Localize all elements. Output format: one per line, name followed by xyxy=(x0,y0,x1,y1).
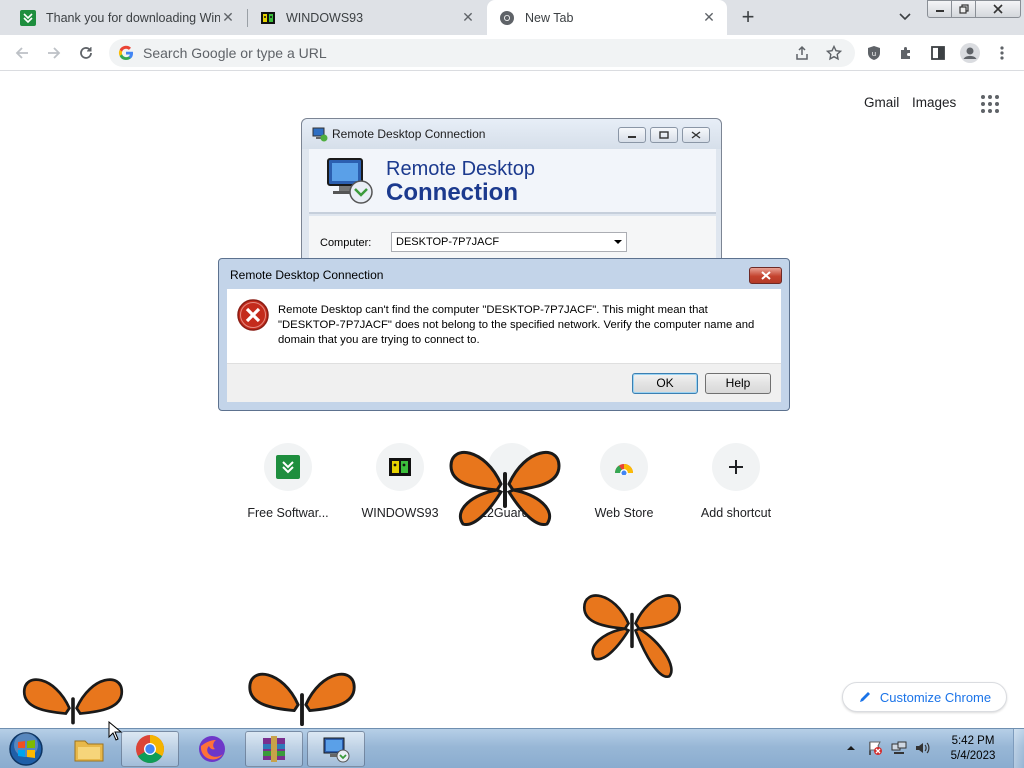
shortcut-label: Web Store xyxy=(594,506,654,520)
tab-title: Thank you for downloading WinR xyxy=(46,10,220,25)
remote-desktop-icon xyxy=(323,737,350,763)
browser-toolbar: u xyxy=(0,35,1024,71)
window-close-button[interactable] xyxy=(975,0,1021,18)
svg-text:u: u xyxy=(872,50,876,58)
freesoftware-favicon-icon xyxy=(20,9,36,26)
reload-icon[interactable] xyxy=(75,42,97,64)
folder-icon xyxy=(74,740,104,762)
bookmark-star-icon[interactable] xyxy=(823,42,845,64)
start-button[interactable] xyxy=(6,731,46,767)
google-apps-grid-icon[interactable] xyxy=(981,95,999,113)
add-plus-icon xyxy=(712,443,760,491)
tab-strip: Thank you for downloading WinR ✕ WINDOWS… xyxy=(0,0,1024,35)
show-desktop-button[interactable] xyxy=(1013,729,1024,768)
tab-windows93[interactable]: WINDOWS93 ✕ xyxy=(248,0,486,35)
share-icon[interactable] xyxy=(791,42,813,64)
window-restore-button[interactable] xyxy=(951,0,976,18)
taskbar-firefox[interactable] xyxy=(183,731,241,767)
error-dialog: Remote Desktop Connection Remote Desktop… xyxy=(218,258,790,411)
tray-expand-chevron-icon[interactable] xyxy=(842,739,860,757)
taskbar-remote-desktop[interactable] xyxy=(307,731,365,767)
shield-extension-icon[interactable]: u xyxy=(863,42,885,64)
window-minimize-button[interactable] xyxy=(927,0,952,18)
volume-icon[interactable] xyxy=(913,739,931,757)
network-icon[interactable] xyxy=(890,739,908,757)
error-dialog-content: Remote Desktop can't find the computer "… xyxy=(227,289,781,363)
shortcut-label: Free Softwar... xyxy=(247,506,329,520)
clock-time: 5:42 PM xyxy=(951,735,995,747)
computer-label: Computer: xyxy=(320,237,372,249)
firefox-icon xyxy=(199,736,225,762)
tab-title: New Tab xyxy=(525,10,574,25)
mouse-cursor-icon xyxy=(108,721,122,741)
tab-winrar-download[interactable]: Thank you for downloading WinR ✕ xyxy=(8,0,246,35)
back-arrow-icon[interactable] xyxy=(11,42,33,64)
action-center-flag-icon[interactable] xyxy=(866,739,884,757)
side-panel-icon[interactable] xyxy=(927,42,949,64)
butterfly-icon xyxy=(22,678,124,725)
shortcut-label: WINDOWS93 xyxy=(361,506,439,520)
butterfly-icon xyxy=(248,672,356,726)
shortcut-add[interactable]: Add shortcut xyxy=(681,443,791,520)
rdc-banner-line1: Remote Desktop xyxy=(386,158,535,180)
new-tab-plus-icon[interactable]: + xyxy=(737,4,759,29)
shortcut-free-software[interactable]: Free Softwar... xyxy=(233,443,343,520)
taskbar-chrome[interactable] xyxy=(121,731,179,767)
rdc-window-title: Remote Desktop Connection xyxy=(332,127,486,141)
rdc-banner: Remote Desktop Connection xyxy=(309,149,716,214)
error-x-icon xyxy=(237,299,269,331)
profile-avatar-icon[interactable] xyxy=(959,42,981,64)
images-link[interactable]: Images xyxy=(912,95,956,110)
customize-label: Customize Chrome xyxy=(879,689,992,705)
shortcut-label: Add shortcut xyxy=(700,506,772,520)
shortcut-web-store[interactable]: Web Store xyxy=(569,443,679,520)
butterfly-icon xyxy=(582,594,682,678)
taskbar-winrar[interactable] xyxy=(245,731,303,767)
error-message: Remote Desktop can't find the computer "… xyxy=(278,304,755,346)
freesoftware-shortcut-icon xyxy=(264,443,312,491)
clock-date: 5/4/2023 xyxy=(950,750,996,762)
windows93-shortcut-icon xyxy=(376,443,424,491)
extensions-puzzle-icon[interactable] xyxy=(895,42,917,64)
error-dialog-close-button[interactable] xyxy=(749,267,782,284)
omnibox-input[interactable] xyxy=(143,45,743,61)
tab-title: WINDOWS93 xyxy=(286,10,364,25)
computer-combobox[interactable]: DESKTOP-7P7JACF xyxy=(391,232,627,252)
computer-value: DESKTOP-7P7JACF xyxy=(396,236,500,248)
close-tab-icon[interactable]: ✕ xyxy=(460,9,476,26)
customize-chrome-button[interactable]: Customize Chrome xyxy=(842,682,1007,712)
winrar-icon xyxy=(263,736,285,762)
rdc-banner-line2: Connection xyxy=(386,179,518,206)
close-tab-icon[interactable]: ✕ xyxy=(220,9,236,26)
error-dialog-title: Remote Desktop Connection xyxy=(230,268,384,282)
taskbar-clock[interactable]: 5:42 PM 5/4/2023 xyxy=(940,734,1006,764)
gmail-link[interactable]: Gmail xyxy=(864,95,899,110)
error-dialog-footer: OK Help xyxy=(227,363,781,402)
chrome-menu-icon[interactable] xyxy=(991,42,1013,64)
help-button[interactable]: Help xyxy=(705,373,771,394)
rdc-window: Remote Desktop Connection Remote Desktop… xyxy=(301,118,722,268)
remote-desktop-icon xyxy=(312,127,328,142)
windows93-favicon-icon xyxy=(260,10,276,26)
ok-button[interactable]: OK xyxy=(632,373,698,394)
pencil-icon xyxy=(859,692,870,702)
chrome-favicon-icon xyxy=(499,10,515,26)
butterfly-icon xyxy=(449,450,561,526)
rdc-minimize-button[interactable] xyxy=(618,127,646,143)
remote-desktop-monitor-icon xyxy=(327,158,373,204)
tab-search-chevron-icon[interactable] xyxy=(896,8,914,26)
shortcut-windows93[interactable]: WINDOWS93 xyxy=(345,443,455,520)
chrome-icon xyxy=(136,735,164,763)
taskbar: 5:42 PM 5/4/2023 xyxy=(0,728,1024,768)
rdc-maximize-button[interactable] xyxy=(650,127,678,143)
rdc-close-button[interactable] xyxy=(682,127,710,143)
omnibox[interactable] xyxy=(109,39,855,67)
windows-start-orb-icon xyxy=(9,732,43,766)
close-tab-icon[interactable]: ✕ xyxy=(701,9,717,26)
forward-arrow-icon[interactable] xyxy=(43,42,65,64)
dropdown-arrow-icon[interactable] xyxy=(614,240,622,244)
google-g-icon xyxy=(118,45,134,61)
tab-new-tab[interactable]: New Tab ✕ xyxy=(487,0,727,35)
web-store-shortcut-icon xyxy=(600,443,648,491)
